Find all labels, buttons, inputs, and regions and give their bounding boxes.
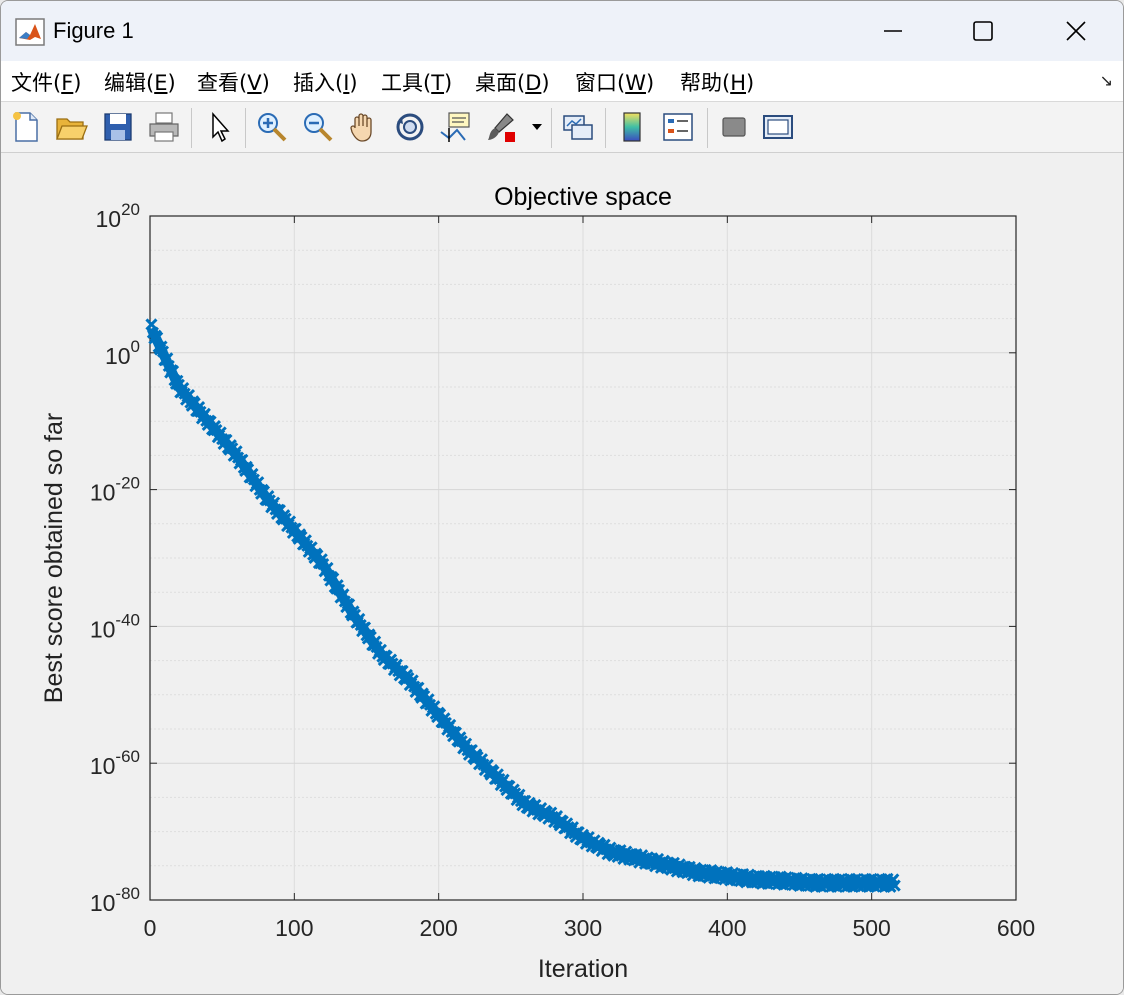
series-0-line bbox=[146, 326, 899, 888]
zoom-out-icon[interactable] bbox=[301, 110, 335, 144]
y-tick-exponent: -80 bbox=[115, 884, 140, 903]
close-button[interactable] bbox=[1046, 11, 1106, 51]
menu-item-text: ) bbox=[167, 71, 176, 95]
menu-item-t[interactable]: 工具(T) bbox=[381, 67, 452, 97]
y-tick-base: 10 bbox=[105, 343, 131, 369]
menu-item-i[interactable]: 插入(I) bbox=[293, 67, 358, 97]
y-tick-base: 10 bbox=[90, 890, 116, 916]
x-tick-label: 0 bbox=[144, 915, 157, 941]
x-tick-label: 500 bbox=[852, 915, 890, 941]
menu-item-text: 工具( bbox=[381, 71, 432, 95]
select-arrow-icon[interactable] bbox=[203, 110, 237, 144]
zoom-in-icon[interactable] bbox=[255, 110, 289, 144]
menu-accelerator: V bbox=[247, 71, 262, 95]
rotate-3d-icon[interactable] bbox=[393, 110, 427, 144]
menu-item-text: 查看( bbox=[197, 71, 248, 95]
menu-item-text: 文件( bbox=[11, 71, 62, 95]
window-title: Figure 1 bbox=[53, 18, 134, 43]
title-bar: Figure 1 bbox=[1, 1, 1123, 61]
menu-item-text: 窗口( bbox=[575, 71, 626, 95]
toolbar-separator bbox=[245, 108, 246, 148]
toolbar-separator bbox=[191, 108, 192, 148]
dock-arrow-icon[interactable]: ↘ bbox=[1100, 71, 1113, 91]
menu-accelerator: W bbox=[625, 71, 646, 95]
y-tick-label: 10-60 bbox=[90, 747, 140, 779]
x-tick-label: 200 bbox=[419, 915, 457, 941]
menu-item-v[interactable]: 查看(V) bbox=[197, 67, 270, 97]
menu-bar: ↘ 文件(F) 编辑(E) 查看(V) 插入(I) 工具(T) 桌面(D) 窗口(W) 帮助(… bbox=[1, 61, 1123, 102]
print-icon[interactable] bbox=[147, 110, 181, 144]
menu-item-text: ) bbox=[73, 71, 82, 95]
menu-item-e[interactable]: 编辑(E) bbox=[104, 67, 176, 97]
minimize-icon bbox=[884, 30, 902, 32]
colorbar-icon[interactable] bbox=[615, 110, 649, 144]
x-tick-label: 100 bbox=[275, 915, 313, 941]
y-tick-label: 10-40 bbox=[90, 610, 140, 642]
menu-item-text: ) bbox=[541, 71, 550, 95]
chart-svg: Objective space Iteration Best score obt… bbox=[40, 183, 1035, 983]
maximize-icon bbox=[973, 21, 993, 41]
menu-item-w[interactable]: 窗口(W) bbox=[575, 67, 654, 97]
menu-item-text: 帮助( bbox=[680, 71, 731, 95]
hide-plot-tools-icon[interactable] bbox=[717, 110, 751, 144]
chevron-down-icon[interactable] bbox=[529, 110, 545, 144]
pan-hand-icon[interactable] bbox=[347, 110, 381, 144]
matlab-logo-icon bbox=[15, 18, 45, 46]
menu-item-f[interactable]: 文件(F) bbox=[11, 67, 82, 97]
y-tick-label: 10-20 bbox=[90, 474, 140, 506]
toolbar-separator bbox=[605, 108, 606, 148]
minimize-button[interactable] bbox=[863, 11, 923, 51]
menu-item-text: 桌面( bbox=[475, 71, 526, 95]
menu-item-text: ) bbox=[349, 71, 358, 95]
menu-accelerator: D bbox=[525, 71, 542, 95]
y-tick-base: 10 bbox=[90, 753, 116, 779]
new-figure-icon[interactable] bbox=[9, 110, 43, 144]
x-axis-label: Iteration bbox=[538, 955, 628, 983]
menu-item-text: ) bbox=[746, 71, 755, 95]
y-tick-label: 10-80 bbox=[90, 884, 140, 916]
menu-accelerator: F bbox=[61, 71, 74, 95]
menu-item-text: 编辑( bbox=[104, 71, 155, 95]
show-plot-tools-icon[interactable] bbox=[761, 110, 795, 144]
x-tick-label: 400 bbox=[708, 915, 746, 941]
close-icon bbox=[1066, 21, 1086, 41]
figure-window: Figure 1 ↘ 文件(F) 编辑(E) 查看(V) 插入(I) 工具(T) 桌面(D… bbox=[0, 0, 1124, 995]
menu-item-text: ) bbox=[645, 71, 655, 95]
y-tick-label: 100 bbox=[105, 337, 140, 369]
y-tick-exponent: -40 bbox=[115, 610, 140, 629]
menu-accelerator: E bbox=[154, 71, 168, 95]
y-tick-base: 10 bbox=[95, 206, 121, 232]
figure-toolbar bbox=[1, 102, 1123, 153]
y-tick-exponent: -20 bbox=[115, 474, 140, 493]
x-tick-label: 300 bbox=[564, 915, 602, 941]
y-tick-label: 1020 bbox=[95, 200, 140, 232]
toolbar-separator bbox=[707, 108, 708, 148]
chart-title: Objective space bbox=[494, 183, 672, 211]
brush-icon[interactable] bbox=[485, 110, 519, 144]
legend-icon[interactable] bbox=[661, 110, 695, 144]
menu-item-d[interactable]: 桌面(D) bbox=[475, 67, 550, 97]
menu-accelerator: H bbox=[730, 71, 746, 95]
y-tick-exponent: 0 bbox=[131, 337, 140, 356]
y-axis-label: Best score obtained so far bbox=[40, 413, 68, 703]
open-file-icon[interactable] bbox=[54, 110, 88, 144]
menu-item-text: ) bbox=[444, 71, 453, 95]
menu-item-text: 插入( bbox=[293, 71, 344, 95]
menu-item-h[interactable]: 帮助(H) bbox=[680, 67, 754, 97]
data-cursor-icon[interactable] bbox=[439, 110, 473, 144]
save-icon[interactable] bbox=[101, 110, 135, 144]
link-plot-icon[interactable] bbox=[561, 110, 595, 144]
y-tick-exponent: -60 bbox=[115, 747, 140, 766]
series-layer bbox=[145, 318, 901, 894]
y-tick-exponent: 20 bbox=[121, 200, 140, 219]
grid-lines bbox=[150, 216, 1016, 900]
maximize-button[interactable] bbox=[953, 11, 1013, 51]
plot-area: Objective space Iteration Best score obt… bbox=[1, 153, 1123, 994]
x-tick-label: 600 bbox=[997, 915, 1035, 941]
y-tick-base: 10 bbox=[90, 480, 116, 506]
toolbar-separator bbox=[551, 108, 552, 148]
y-tick-base: 10 bbox=[90, 616, 116, 642]
menu-item-text: ) bbox=[261, 71, 270, 95]
menu-accelerator: T bbox=[431, 71, 445, 95]
